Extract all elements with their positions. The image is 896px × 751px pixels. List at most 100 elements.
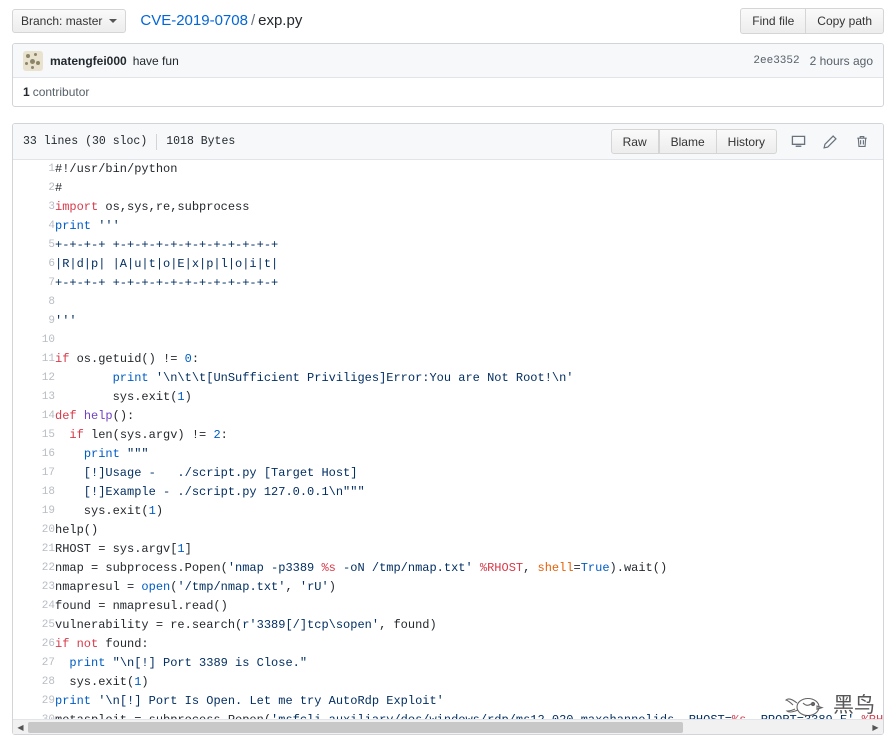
line-number[interactable]: 26 xyxy=(13,635,55,654)
line-number[interactable]: 5 xyxy=(13,236,55,255)
branch-selector-button[interactable]: Branch: master xyxy=(12,8,127,33)
line-number[interactable]: 28 xyxy=(13,673,55,692)
code-line-content: def help(): xyxy=(55,409,135,423)
open-desktop-icon[interactable] xyxy=(787,131,809,153)
line-number[interactable]: 17 xyxy=(13,464,55,483)
file-size: 1018 Bytes xyxy=(166,135,236,148)
find-file-button[interactable]: Find file xyxy=(740,7,807,34)
line-number[interactable]: 20 xyxy=(13,521,55,540)
scroll-left-arrow[interactable]: ◀ xyxy=(13,720,28,735)
copy-path-button[interactable]: Copy path xyxy=(806,7,884,34)
line-number[interactable]: 13 xyxy=(13,388,55,407)
edit-pencil-icon[interactable] xyxy=(819,131,841,153)
code-line-content: [!]Example - ./script.py 127.0.0.1\n""" xyxy=(55,485,365,499)
code-line-content: # xyxy=(55,181,63,195)
code-line-content: if len(sys.argv) != 2: xyxy=(69,428,228,442)
avatar xyxy=(23,50,43,71)
line-number[interactable]: 14 xyxy=(13,407,55,426)
contributors-row[interactable]: 1 contributor xyxy=(13,78,883,106)
code-line-row: 3 import os,sys,re,subprocess xyxy=(13,198,883,217)
code-line-content: |R|d|p| |A|u|t|o|E|x|p|l|o|i|t| xyxy=(55,257,279,271)
line-number[interactable]: 1 xyxy=(13,160,55,179)
code-line-row: 29 print '\n[!] Port Is Open. Let me try … xyxy=(13,692,883,711)
code-body: 1 #!/usr/bin/python 2 #3 import os,sys,re,su… xyxy=(13,160,883,734)
scrollbar-thumb[interactable] xyxy=(28,721,684,733)
code-line-row: 10 xyxy=(13,331,883,350)
scrollbar-track[interactable] xyxy=(28,720,868,735)
line-number[interactable]: 10 xyxy=(13,331,55,350)
line-number[interactable]: 2 xyxy=(13,179,55,198)
code-line-content: print '\n\t\t[UnSufficient Priviliges]Er… xyxy=(112,371,574,385)
code-line-row: 23 nmapresul = open('/tmp/nmap.txt', 'rU'… xyxy=(13,578,883,597)
line-number[interactable]: 4 xyxy=(13,217,55,236)
code-line-content: print ''' xyxy=(55,219,120,233)
breadcrumb: CVE-2019-0708/exp.py xyxy=(140,12,302,29)
code-line-row: 26 if not found: xyxy=(13,635,883,654)
history-button[interactable]: History xyxy=(716,129,777,154)
line-number[interactable]: 11 xyxy=(13,350,55,369)
line-number[interactable]: 29 xyxy=(13,692,55,711)
line-number[interactable]: 23 xyxy=(13,578,55,597)
divider xyxy=(156,133,158,150)
code-line-content: found = nmapresul.read() xyxy=(55,599,228,613)
code-line-content: [!]Usage - ./script.py [Target Host] xyxy=(55,466,358,480)
code-line-row: 8 xyxy=(13,293,883,312)
code-line-row: 1 #!/usr/bin/python xyxy=(13,160,883,179)
code-table: 1 #!/usr/bin/python 2 #3 import os,sys,re,su… xyxy=(13,160,883,734)
code-line-content xyxy=(55,293,883,312)
line-number[interactable]: 8 xyxy=(13,293,55,312)
code-viewer: 1 #!/usr/bin/python 2 #3 import os,sys,re,su… xyxy=(13,160,883,734)
line-number[interactable]: 18 xyxy=(13,483,55,502)
code-line-row: 15 if len(sys.argv) != 2: xyxy=(13,426,883,445)
code-line-content: #!/usr/bin/python xyxy=(55,162,178,176)
code-line-row: 28 sys.exit(1) xyxy=(13,673,883,692)
line-number[interactable]: 7 xyxy=(13,274,55,293)
code-line-content: if not found: xyxy=(55,637,149,651)
line-number[interactable]: 3 xyxy=(13,198,55,217)
code-line-content: print '\n[!] Port Is Open. Let me try Au… xyxy=(55,694,444,708)
commit-message[interactable]: have fun xyxy=(133,54,179,68)
delete-trash-icon[interactable] xyxy=(851,131,873,153)
line-number[interactable]: 16 xyxy=(13,445,55,464)
code-line-content: nmap = subprocess.Popen('nmap -p3389 %s … xyxy=(55,561,668,575)
line-number[interactable]: 19 xyxy=(13,502,55,521)
code-line-row: 24 found = nmapresul.read() xyxy=(13,597,883,616)
chevron-down-icon xyxy=(109,18,118,23)
contributors-count: 1 xyxy=(23,85,30,99)
line-number[interactable]: 15 xyxy=(13,426,55,445)
file-line-count: 33 lines (30 sloc) xyxy=(23,135,148,148)
line-number[interactable]: 6 xyxy=(13,255,55,274)
breadcrumb-repo-link[interactable]: CVE-2019-0708 xyxy=(140,12,248,29)
code-line-row: 20 help() xyxy=(13,521,883,540)
breadcrumb-separator: / xyxy=(250,12,256,29)
horizontal-scrollbar[interactable]: ◀ ▶ xyxy=(13,719,883,734)
commit-sha-link[interactable]: 2ee3352 xyxy=(753,55,799,67)
line-number[interactable]: 9 xyxy=(13,312,55,331)
code-line-content: +-+-+-+ +-+-+-+-+-+-+-+-+-+-+-+ xyxy=(55,238,279,252)
code-line-row: 13 sys.exit(1) xyxy=(13,388,883,407)
file-stats: 33 lines (30 sloc) 1018 Bytes xyxy=(23,133,236,150)
code-line-content: print """ xyxy=(83,447,149,461)
code-line-content: vulnerability = re.search(r'3389[/]tcp\s… xyxy=(55,618,437,632)
scroll-right-arrow[interactable]: ▶ xyxy=(868,720,883,735)
raw-button[interactable]: Raw xyxy=(610,129,659,154)
code-line-content: help() xyxy=(55,523,99,537)
line-number[interactable]: 25 xyxy=(13,616,55,635)
toolbar-actions: Find file Copy path xyxy=(740,7,884,34)
blame-button[interactable]: Blame xyxy=(658,129,717,154)
commit-row: matengfei000 have fun 2ee3352 2 hours ag… xyxy=(13,44,883,78)
breadcrumb-file-name: exp.py xyxy=(258,12,303,29)
commit-author-link[interactable]: matengfei000 xyxy=(50,54,127,68)
code-line-content: import os,sys,re,subprocess xyxy=(55,200,250,214)
line-number[interactable]: 24 xyxy=(13,597,55,616)
code-line-row: 18 [!]Example - ./script.py 127.0.0.1\n"… xyxy=(13,483,883,502)
line-number[interactable]: 22 xyxy=(13,559,55,578)
branch-selector-label: Branch: master xyxy=(21,13,103,28)
code-line-row: 11 if os.getuid() != 0: xyxy=(13,350,883,369)
line-number[interactable]: 27 xyxy=(13,654,55,673)
file-action-button-group: Find file Copy path xyxy=(740,7,884,34)
code-line-row: 14 def help(): xyxy=(13,407,883,426)
line-number[interactable]: 12 xyxy=(13,369,55,388)
line-number[interactable]: 21 xyxy=(13,540,55,559)
code-line-content: if os.getuid() != 0: xyxy=(55,352,200,366)
